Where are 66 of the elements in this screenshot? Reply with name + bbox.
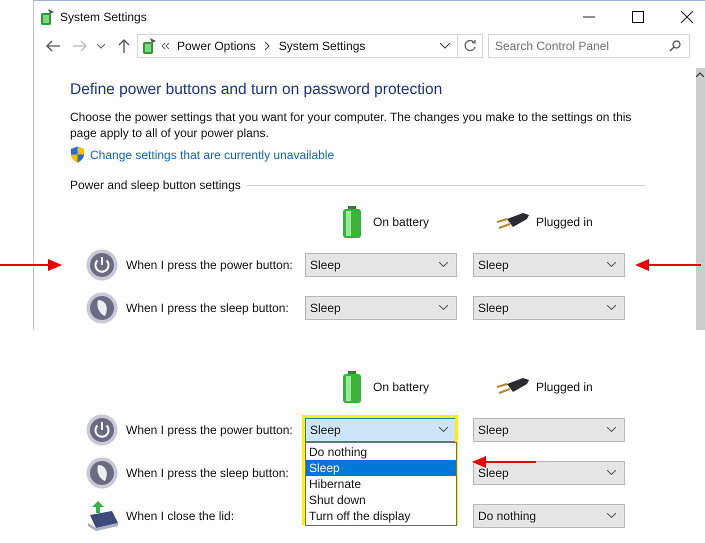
power-button-icon: [86, 248, 118, 280]
setting-label: When I press the power button:: [126, 258, 294, 272]
dropdown-option[interactable]: Turn off the display: [306, 508, 456, 524]
column-header: On battery: [373, 214, 430, 228]
up-arrow-icon[interactable]: [118, 39, 130, 53]
setting-label: When I press the sleep button:: [126, 466, 290, 480]
dropdown-option[interactable]: Hibernate: [306, 476, 456, 492]
chevron-down-icon: [439, 262, 448, 267]
scroll-up-icon[interactable]: [696, 72, 704, 77]
chevron-down-icon[interactable]: [440, 43, 450, 49]
sleep-button-icon: [86, 292, 118, 324]
shield-icon: [70, 146, 85, 163]
power-options-icon: [141, 37, 157, 55]
dropdown[interactable]: Sleep: [305, 296, 457, 320]
column-header: On battery: [373, 380, 430, 394]
maximize-icon[interactable]: [632, 10, 644, 22]
chevron-down-icon: [439, 305, 448, 310]
chevron-down-icon[interactable]: [97, 44, 105, 48]
window-title: System Settings: [60, 10, 147, 24]
plug-icon: [497, 378, 529, 396]
pointer-arrow: [635, 258, 701, 272]
dropdown[interactable]: Sleep: [473, 296, 625, 320]
dropdown-option[interactable]: Sleep: [306, 460, 456, 476]
section-title: Power and sleep button settings: [70, 178, 241, 192]
address-bar[interactable]: Power Options System Settings: [137, 34, 483, 58]
settings-link[interactable]: Change settings that are currently unavailable: [90, 148, 334, 162]
chevron-down-icon: [607, 470, 616, 475]
description-text: Choose the power settings that you want for your computer. The changes you make to the settings on this page apply to all of your power plans.: [70, 109, 632, 141]
dropdown[interactable]: Sleep: [473, 252, 625, 276]
setting-label: When I press the power button:: [126, 422, 294, 436]
breadcrumb[interactable]: System Settings: [278, 39, 366, 53]
search-field[interactable]: Search Control Panel: [488, 34, 690, 58]
chevron-down-icon: [607, 262, 616, 267]
dropdown[interactable]: Sleep: [305, 418, 457, 442]
chevron-down-icon: [439, 427, 448, 432]
setting-label: When I close the lid:: [126, 508, 236, 522]
setting-label: When I press the sleep button:: [126, 300, 290, 314]
page-heading: Define power buttons and turn on password protection: [70, 80, 444, 100]
double-chevron-icon: [162, 43, 169, 49]
dropdown-option[interactable]: Do nothing: [306, 444, 456, 460]
refresh-icon: [463, 39, 477, 53]
column-header: Plugged in: [536, 380, 593, 394]
dropdown-option[interactable]: Shut down: [306, 492, 456, 508]
pointer-arrow: [472, 455, 536, 469]
sleep-button-icon: [86, 456, 118, 488]
power-button-icon: [86, 414, 118, 446]
chevron-down-icon: [607, 513, 616, 518]
close-icon[interactable]: [681, 10, 693, 22]
breadcrumb[interactable]: Power Options: [177, 39, 256, 53]
battery-icon: [342, 370, 362, 402]
column-header: Plugged in: [536, 214, 593, 228]
plug-icon: [497, 212, 529, 230]
chevron-down-icon: [607, 305, 616, 310]
battery-icon: [342, 206, 362, 238]
dropdown[interactable]: Sleep: [473, 460, 625, 484]
dropdown[interactable]: Do nothing: [473, 504, 625, 528]
scrollbar[interactable]: [696, 68, 705, 330]
back-arrow-icon[interactable]: [46, 40, 60, 52]
chevron-down-icon: [607, 427, 616, 432]
power-options-icon: [39, 8, 55, 26]
chevron-right-icon: [264, 42, 270, 50]
dropdown[interactable]: Sleep: [305, 252, 457, 276]
search-icon: [669, 40, 681, 52]
dropdown[interactable]: Sleep: [473, 418, 625, 442]
pointer-arrow: [0, 258, 62, 272]
laptop-icon: [86, 500, 120, 530]
